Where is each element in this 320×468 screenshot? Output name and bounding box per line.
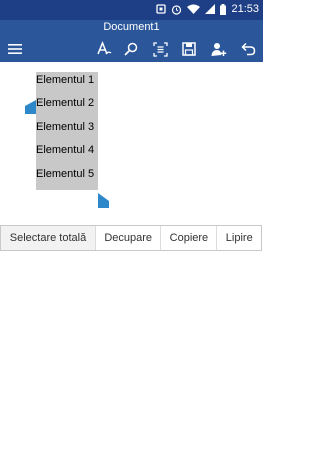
font-format-icon[interactable] xyxy=(95,40,113,58)
document-line-4[interactable]: Elementul 4 xyxy=(36,144,94,156)
document-line-2[interactable]: Elementul 2 xyxy=(36,97,94,109)
selection-end-handle[interactable] xyxy=(98,193,109,213)
document-line-5[interactable]: Elementul 5 xyxy=(36,168,94,180)
status-bar: 21:53 xyxy=(0,0,263,20)
paste-button[interactable]: Lipire xyxy=(217,226,261,250)
copy-button[interactable]: Copiere xyxy=(161,226,218,250)
document-canvas[interactable]: Elementul 1 Elementul 2 Elementul 3 Elem… xyxy=(0,62,263,468)
save-icon[interactable] xyxy=(180,40,198,58)
undo-icon[interactable] xyxy=(239,40,257,58)
read-mode-icon[interactable] xyxy=(151,40,169,58)
battery-icon xyxy=(220,3,227,15)
select-all-button[interactable]: Selectare totală xyxy=(1,226,96,250)
selection-start-handle[interactable] xyxy=(25,100,36,119)
cut-button[interactable]: Decupare xyxy=(96,226,162,250)
status-time: 21:53 xyxy=(231,3,259,15)
document-title: Document1 xyxy=(0,20,263,36)
search-icon[interactable] xyxy=(122,40,140,58)
document-line-1[interactable]: Elementul 1 xyxy=(36,74,94,86)
menu-icon[interactable] xyxy=(6,40,24,58)
status-icons: 21:53 xyxy=(156,3,259,15)
document-line-3[interactable]: Elementul 3 xyxy=(36,121,94,133)
share-icon[interactable] xyxy=(210,40,228,58)
context-menu: Selectare totală Decupare Copiere Lipire xyxy=(0,225,262,251)
nfc-icon xyxy=(156,4,167,14)
alarm-icon xyxy=(171,4,182,15)
signal-icon xyxy=(205,4,216,14)
toolbar xyxy=(0,36,263,62)
wifi-icon xyxy=(187,4,201,14)
